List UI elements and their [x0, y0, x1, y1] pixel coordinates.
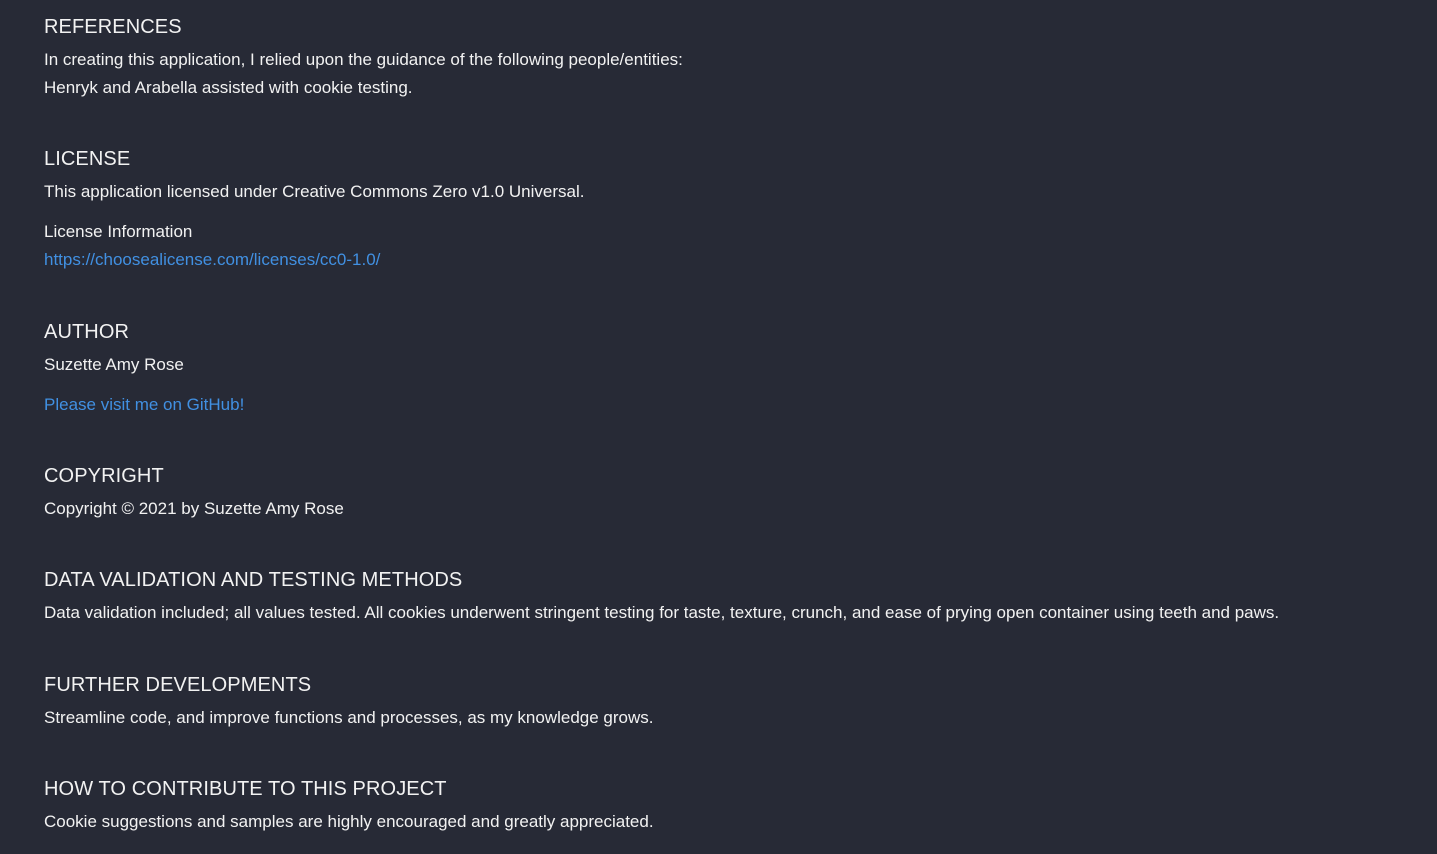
data-validation-section: DATA VALIDATION AND TESTING METHODS Data… [44, 567, 1417, 627]
copyright-text: Copyright © 2021 by Suzette Amy Rose [44, 499, 344, 518]
copyright-section: COPYRIGHT Copyright © 2021 by Suzette Am… [44, 463, 1417, 523]
references-credit: Henryk and Arabella assisted with cookie… [44, 78, 413, 97]
data-validation-heading: DATA VALIDATION AND TESTING METHODS [44, 569, 463, 591]
further-developments-section: FURTHER DEVELOPMENTS Streamline code, an… [44, 672, 1417, 732]
references-section: REFERENCES In creating this application,… [44, 14, 1417, 102]
references-intro: In creating this application, I relied u… [44, 50, 683, 69]
license-info-label: License Information [44, 222, 193, 241]
further-developments-heading: FURTHER DEVELOPMENTS [44, 674, 312, 696]
further-developments-text: Streamline code, and improve functions a… [44, 708, 654, 727]
license-section: LICENSE This application licensed under … [44, 146, 1417, 274]
license-text: This application licensed under Creative… [44, 182, 585, 201]
contribute-section: HOW TO CONTRIBUTE TO THIS PROJECT Cookie… [44, 776, 1417, 836]
contribute-heading: HOW TO CONTRIBUTE TO THIS PROJECT [44, 778, 447, 800]
license-link[interactable]: https://choosealicense.com/licenses/cc0-… [44, 246, 1417, 274]
author-section: AUTHOR Suzette Amy Rose Please visit me … [44, 319, 1417, 419]
data-validation-text: Data validation included; all values tes… [44, 603, 1280, 622]
author-heading: AUTHOR [44, 321, 130, 343]
references-heading: REFERENCES [44, 16, 182, 38]
author-name: Suzette Amy Rose [44, 355, 184, 374]
contribute-text: Cookie suggestions and samples are highl… [44, 812, 654, 831]
github-link[interactable]: Please visit me on GitHub! [44, 391, 1417, 419]
copyright-heading: COPYRIGHT [44, 465, 164, 487]
license-heading: LICENSE [44, 148, 131, 170]
readme-page: REFERENCES In creating this application,… [44, 0, 1417, 854]
